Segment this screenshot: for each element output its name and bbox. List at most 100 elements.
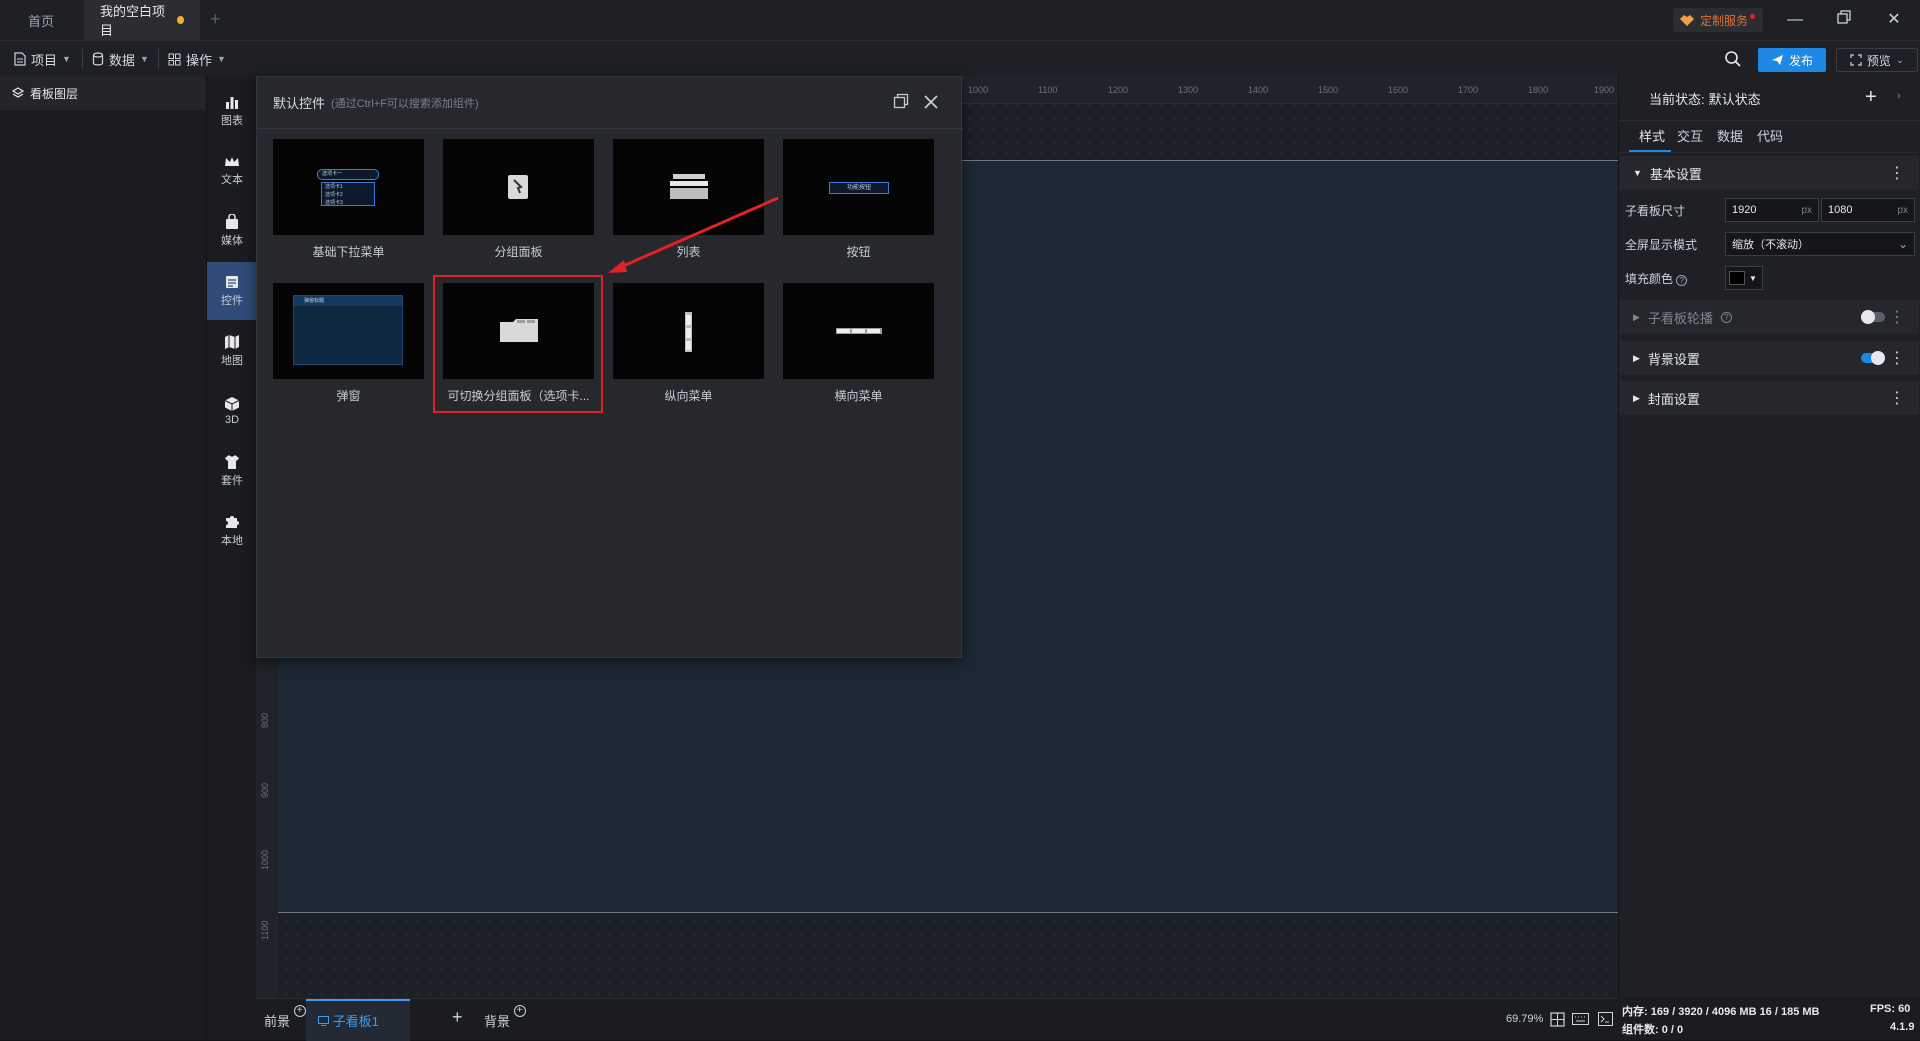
fit-screen-icon[interactable] bbox=[1550, 1012, 1565, 1030]
more-options-icon[interactable]: ⋮ bbox=[1889, 307, 1905, 327]
height-input[interactable]: 1080 px bbox=[1821, 198, 1915, 222]
basic-settings-section[interactable]: ▼ 基本设置 ⋮ bbox=[1619, 156, 1919, 190]
tab-code[interactable]: 代码 bbox=[1757, 126, 1783, 145]
component-thumbnail bbox=[783, 283, 934, 379]
cube-icon bbox=[224, 397, 240, 411]
background-toggle[interactable] bbox=[1861, 351, 1885, 365]
component-card-button[interactable]: 功能按钮 按钮 bbox=[783, 139, 934, 260]
component-card-dropdown[interactable]: 选项卡一 选项卡1 选项卡2 选项卡3 基础下拉菜单 bbox=[273, 139, 424, 260]
category-map[interactable]: 地图 bbox=[207, 322, 257, 380]
media-icon bbox=[226, 214, 238, 229]
ruler-tick: 1200 bbox=[1108, 85, 1129, 95]
restore-icon[interactable] bbox=[1834, 10, 1854, 30]
state-value[interactable]: 默认状态 bbox=[1709, 89, 1761, 108]
keyboard-icon[interactable] bbox=[1572, 1013, 1589, 1028]
tab-foreground[interactable]: 前景 + bbox=[264, 1005, 306, 1030]
terminal-icon[interactable] bbox=[1598, 1012, 1613, 1029]
width-input[interactable]: 1920 px bbox=[1725, 198, 1819, 222]
board-tabs-bar: 前景 + 子看板1 + 背景 + 69.79% bbox=[256, 998, 1618, 1041]
tab-data[interactable]: 数据 bbox=[1717, 126, 1743, 145]
category-local[interactable]: 本地 bbox=[207, 502, 257, 560]
publish-button[interactable]: 发布 bbox=[1758, 48, 1826, 72]
tab-interaction[interactable]: 交互 bbox=[1677, 126, 1703, 145]
cover-section[interactable]: ▶ 封面设置 ⋮ bbox=[1619, 381, 1919, 415]
tab-label: 我的空白项目 bbox=[100, 4, 166, 38]
fullscreen-mode-label: 全屏显示模式 bbox=[1625, 238, 1698, 252]
help-icon[interactable]: ? bbox=[1720, 311, 1732, 323]
tab-subboard[interactable]: 子看板1 bbox=[318, 1011, 379, 1030]
dropdown-preview-item: 选项卡3 bbox=[325, 200, 343, 206]
category-media[interactable]: 媒体 bbox=[207, 202, 257, 260]
more-options-icon[interactable]: ⋮ bbox=[1889, 388, 1905, 408]
component-card-vertical-menu[interactable]: 纵向菜单 bbox=[613, 283, 764, 404]
component-thumbnail: 弹窗标题 bbox=[273, 283, 424, 379]
add-circle-icon[interactable]: + bbox=[513, 1005, 526, 1017]
button-preview: 功能按钮 bbox=[829, 182, 889, 194]
shirt-icon bbox=[225, 455, 239, 469]
popup-title: 默认控件 bbox=[273, 96, 326, 111]
component-card-horizontal-menu[interactable]: 横向菜单 bbox=[783, 283, 934, 404]
dropdown-preview-item: 选项卡2 bbox=[325, 192, 343, 198]
ruler-tick: 1100 bbox=[260, 920, 270, 940]
layers-header[interactable]: 看板图层 bbox=[0, 76, 206, 110]
project-menu[interactable]: 项目 ▼ bbox=[14, 49, 71, 69]
tab-blank-project[interactable]: 我的空白项目 bbox=[84, 0, 200, 40]
control-icon bbox=[226, 276, 238, 288]
add-state-icon[interactable]: + bbox=[1865, 86, 1877, 109]
zoom-level[interactable]: 69.79% bbox=[1506, 1013, 1543, 1025]
add-circle-icon[interactable]: + bbox=[293, 1005, 306, 1017]
ruler-tick: 1900 bbox=[1594, 85, 1615, 95]
fill-color-picker[interactable]: ▼ bbox=[1725, 266, 1763, 290]
layers-icon bbox=[12, 87, 24, 98]
carousel-section[interactable]: ▶ 子看板轮播 ? ⋮ bbox=[1619, 300, 1919, 334]
ruler-tick: 1600 bbox=[1388, 85, 1409, 95]
unsaved-dot bbox=[177, 16, 184, 24]
ruler-tick: 1000 bbox=[260, 849, 270, 870]
component-card-dialog[interactable]: 弹窗标题 弹窗 bbox=[273, 283, 424, 404]
ruler-tick: 1800 bbox=[1528, 85, 1549, 95]
minimize-icon[interactable]: — bbox=[1785, 10, 1805, 30]
fps-counter: FPS: 60 bbox=[1870, 1003, 1911, 1015]
tab-style[interactable]: 样式 bbox=[1639, 126, 1665, 145]
divider bbox=[1619, 152, 1919, 153]
version: 4.1.9 bbox=[1890, 1021, 1915, 1033]
category-text[interactable]: 文本 bbox=[207, 142, 257, 200]
more-options-icon[interactable]: ⋮ bbox=[1889, 163, 1905, 183]
custom-service-button[interactable]: 定制服务 bbox=[1673, 8, 1764, 32]
data-menu[interactable]: 数据 ▼ bbox=[92, 49, 149, 69]
caret-right-icon: ▶ bbox=[1633, 311, 1640, 322]
close-icon[interactable] bbox=[921, 93, 941, 113]
fullscreen-mode-select[interactable]: 缩放（不滚动） ⌄ bbox=[1725, 232, 1915, 256]
divider bbox=[158, 49, 159, 69]
add-board-icon[interactable]: + bbox=[452, 1007, 463, 1028]
ruler-tick: 1400 bbox=[1248, 85, 1269, 95]
chevron-down-icon: ⌄ bbox=[1897, 237, 1908, 251]
category-controls[interactable]: 控件 bbox=[207, 262, 257, 320]
help-icon[interactable]: ? bbox=[1676, 275, 1688, 286]
size-label: 子看板尺寸 bbox=[1625, 204, 1686, 218]
category-chart[interactable]: 图表 bbox=[207, 82, 257, 140]
chevron-right-icon[interactable]: › bbox=[1897, 90, 1901, 102]
component-thumbnail bbox=[613, 283, 764, 379]
chevron-down-icon: ▼ bbox=[62, 54, 71, 64]
component-thumbnail: 选项卡一 选项卡1 选项卡2 选项卡3 bbox=[273, 139, 424, 235]
ruler-tick: 1100 bbox=[1038, 85, 1058, 95]
category-suite[interactable]: 套件 bbox=[207, 442, 257, 500]
preview-button[interactable]: 预览 ⌄ bbox=[1836, 48, 1918, 72]
more-options-icon[interactable]: ⋮ bbox=[1889, 348, 1905, 368]
add-tab-icon[interactable]: + bbox=[210, 9, 221, 30]
search-icon[interactable] bbox=[1724, 50, 1742, 71]
carousel-toggle[interactable] bbox=[1861, 310, 1885, 324]
close-window-icon[interactable]: ✕ bbox=[1884, 10, 1904, 30]
ruler-tick: 1500 bbox=[1318, 85, 1339, 95]
properties-panel: 当前状态: 默认状态 + › 样式 交互 数据 代码 ▼ 基本设置 ⋮ 子看板尺… bbox=[1618, 76, 1920, 998]
category-3d[interactable]: 3D bbox=[207, 382, 257, 440]
layers-panel: 看板图层 bbox=[0, 76, 206, 1040]
component-label: 分组面板 bbox=[494, 245, 543, 259]
tab-home[interactable]: 首页 bbox=[12, 0, 70, 40]
component-card-group-panel[interactable]: 分组面板 bbox=[443, 139, 594, 260]
operate-menu[interactable]: 操作 ▼ bbox=[168, 49, 226, 69]
tab-background[interactable]: 背景 + bbox=[484, 1005, 526, 1030]
background-section[interactable]: ▶ 背景设置 ⋮ bbox=[1619, 341, 1919, 375]
detach-window-icon[interactable] bbox=[891, 93, 911, 113]
